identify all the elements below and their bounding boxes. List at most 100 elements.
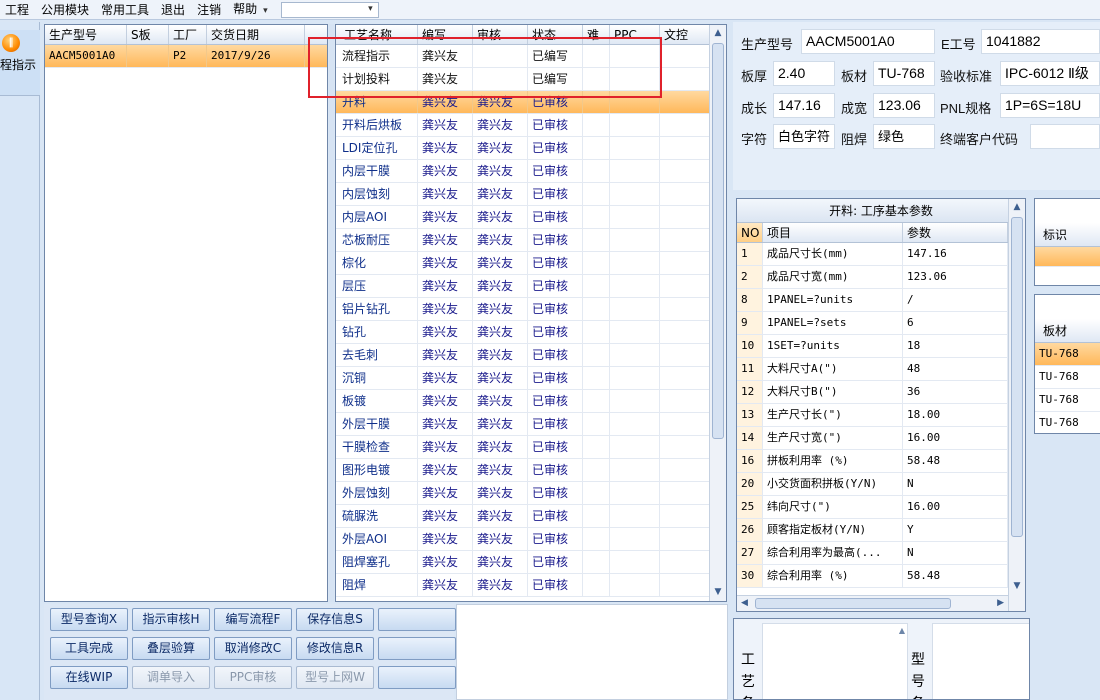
menu-logout[interactable]: 注销 xyxy=(192,1,228,19)
table-row[interactable]: 9 1PANEL=?sets 6 xyxy=(737,312,1025,335)
table-row[interactable]: TU-768 xyxy=(1035,389,1100,412)
legend-field[interactable]: 白色字符 xyxy=(773,124,835,149)
table-row[interactable]: 内层蚀刻 龚兴友 龚兴友 已审核 xyxy=(336,183,726,206)
column-header-item[interactable]: 项目 xyxy=(763,223,903,242)
scroll-down-icon[interactable]: ▼ xyxy=(710,584,726,601)
e-number-field[interactable]: 1041882 xyxy=(981,29,1100,54)
scrollbar-thumb[interactable] xyxy=(712,43,724,439)
table-row[interactable]: 芯板耐压 龚兴友 龚兴友 已审核 xyxy=(336,229,726,252)
table-row[interactable]: LDI定位孔 龚兴友 龚兴友 已审核 xyxy=(336,137,726,160)
column-header-material[interactable]: 板材 xyxy=(1035,319,1100,342)
table-row[interactable]: 沉铜 龚兴友 龚兴友 已审核 xyxy=(336,367,726,390)
table-row[interactable]: 14 生产尺寸宽(") 16.00 xyxy=(737,427,1025,450)
model-upload-button[interactable]: 型号上网W xyxy=(296,666,374,689)
review-instruction-button[interactable]: 指示审核H xyxy=(132,608,210,631)
column-header-delivery-date[interactable]: 交货日期 xyxy=(207,25,305,44)
save-info-button[interactable]: 保存信息S xyxy=(296,608,374,631)
column-header-s-board[interactable]: S板 xyxy=(127,25,169,44)
production-model-field[interactable]: AACM5001A0 xyxy=(801,29,935,54)
table-row[interactable]: 10 1SET=?units 18 xyxy=(737,335,1025,358)
acceptance-standard-field[interactable]: IPC-6012 Ⅱ级 xyxy=(1000,61,1100,86)
table-row[interactable]: 1 成品尺寸长(mm) 147.16 xyxy=(737,243,1025,266)
solder-mask-field[interactable]: 绿色 xyxy=(873,124,935,149)
table-row[interactable]: 铝片钻孔 龚兴友 龚兴友 已审核 xyxy=(336,298,726,321)
table-row[interactable]: 8 1PANEL=?units / xyxy=(737,289,1025,312)
menu-project[interactable]: 工程 xyxy=(0,1,36,19)
cancel-edit-button[interactable]: 取消修改C xyxy=(214,637,292,660)
board-material-field[interactable]: TU-768 xyxy=(873,61,935,86)
table-row[interactable]: 20 小交货面积拼板(Y/N) N xyxy=(737,473,1025,496)
table-row[interactable]: 图形电镀 龚兴友 龚兴友 已审核 xyxy=(336,459,726,482)
tool-complete-button[interactable]: 工具完成 xyxy=(50,637,128,660)
online-wip-button[interactable]: 在线WIP xyxy=(50,666,128,689)
scroll-up-icon[interactable]: ▲ xyxy=(710,25,726,42)
table-row[interactable]: 阻焊 龚兴友 龚兴友 已审核 xyxy=(336,574,726,597)
board-thickness-field[interactable]: 2.40 xyxy=(773,61,835,86)
column-header-factory[interactable]: 工厂 xyxy=(169,25,207,44)
blank-button-2[interactable] xyxy=(378,637,456,660)
column-header-param[interactable]: 参数 xyxy=(903,223,1008,242)
table-row[interactable]: 内层AOI 龚兴友 龚兴友 已审核 xyxy=(336,206,726,229)
finished-length-field[interactable]: 147.16 xyxy=(773,93,835,118)
scroll-up-icon[interactable]: ▲ xyxy=(1009,199,1025,216)
table-row[interactable] xyxy=(1035,247,1100,267)
process-instruction-tool-button[interactable]: ‖ 程指示 xyxy=(0,30,40,96)
blank-button-3[interactable] xyxy=(378,666,456,689)
finished-width-field[interactable]: 123.06 xyxy=(873,93,935,118)
table-row[interactable]: 12 大料尺寸B(") 36 xyxy=(737,381,1025,404)
table-row[interactable]: 钻孔 龚兴友 龚兴友 已审核 xyxy=(336,321,726,344)
table-row[interactable]: 棕化 龚兴友 龚兴友 已审核 xyxy=(336,252,726,275)
panel-splitter[interactable] xyxy=(329,24,334,602)
table-row[interactable]: AACM5001A0 P2 2017/9/26 xyxy=(45,45,327,68)
scroll-right-icon[interactable]: ▶ xyxy=(997,596,1004,611)
table-row[interactable]: 30 综合利用率 (%) 58.48 xyxy=(737,565,1025,588)
column-header-doc-control[interactable]: 文控 xyxy=(660,25,710,44)
process-grid-scrollbar[interactable]: ▲ ▼ xyxy=(709,25,726,601)
table-row[interactable]: TU-768 xyxy=(1035,366,1100,389)
scroll-left-icon[interactable]: ◀ xyxy=(741,596,748,611)
query-model-button[interactable]: 型号查询X xyxy=(50,608,128,631)
stackup-check-button[interactable]: 叠层验算 xyxy=(132,637,210,660)
table-row[interactable]: 去毛刺 龚兴友 龚兴友 已审核 xyxy=(336,344,726,367)
scrollbar-thumb[interactable] xyxy=(1011,217,1023,537)
params-scrollbar[interactable]: ▲ ▼ xyxy=(1008,199,1025,611)
table-row[interactable]: 16 拼板利用率 (%) 58.48 xyxy=(737,450,1025,473)
column-header-mark[interactable]: 标识 xyxy=(1035,223,1100,246)
process-remark-field[interactable]: ▲ xyxy=(762,623,908,699)
table-row[interactable]: 27 综合利用率为最高(... N xyxy=(737,542,1025,565)
modify-info-button[interactable]: 修改信息R xyxy=(296,637,374,660)
table-row[interactable]: 13 生产尺寸长(") 18.00 xyxy=(737,404,1025,427)
table-row[interactable]: 外层干膜 龚兴友 龚兴友 已审核 xyxy=(336,413,726,436)
table-row[interactable]: 阻焊塞孔 龚兴友 龚兴友 已审核 xyxy=(336,551,726,574)
menu-exit[interactable]: 退出 xyxy=(156,1,192,19)
table-row[interactable]: 层压 龚兴友 龚兴友 已审核 xyxy=(336,275,726,298)
table-row[interactable]: 11 大料尺寸A(") 48 xyxy=(737,358,1025,381)
table-row[interactable]: 内层干膜 龚兴友 龚兴友 已审核 xyxy=(336,160,726,183)
table-row[interactable]: 板镀 龚兴友 龚兴友 已审核 xyxy=(336,390,726,413)
edit-flow-button[interactable]: 编写流程F xyxy=(214,608,292,631)
ppc-review-button[interactable]: PPC审核 xyxy=(214,666,292,689)
table-row[interactable]: 25 纬向尺寸(") 16.00 xyxy=(737,496,1025,519)
menu-help[interactable]: 帮助 ▾ xyxy=(228,0,275,20)
scroll-up-icon[interactable]: ▲ xyxy=(899,626,905,635)
scroll-down-icon[interactable]: ▼ xyxy=(1009,578,1025,595)
menu-common-tools[interactable]: 常用工具 xyxy=(96,1,156,19)
table-row[interactable]: 硫脲洗 龚兴友 龚兴友 已审核 xyxy=(336,505,726,528)
table-row[interactable]: 干膜检查 龚兴友 龚兴友 已审核 xyxy=(336,436,726,459)
params-horizontal-scrollbar[interactable]: ◀ ▶ xyxy=(737,595,1008,611)
table-row[interactable]: 2 成品尺寸宽(mm) 123.06 xyxy=(737,266,1025,289)
customer-code-field[interactable] xyxy=(1030,124,1100,149)
import-order-button[interactable]: 调单导入 xyxy=(132,666,210,689)
model-remark-field[interactable] xyxy=(932,623,1029,699)
column-header-no[interactable]: NO xyxy=(737,223,763,242)
column-header-model[interactable]: 生产型号 xyxy=(45,25,127,44)
pnl-spec-field[interactable]: 1P=6S=18U xyxy=(1000,93,1100,118)
scrollbar-thumb[interactable] xyxy=(755,598,951,609)
table-row[interactable]: TU-768 xyxy=(1035,412,1100,433)
table-row[interactable]: 外层蚀刻 龚兴友 龚兴友 已审核 xyxy=(336,482,726,505)
table-row[interactable]: 开料后烘板 龚兴友 龚兴友 已审核 xyxy=(336,114,726,137)
menu-dropdown-select[interactable]: ▾ xyxy=(280,1,379,18)
menu-common-modules[interactable]: 公用模块 xyxy=(36,1,96,19)
table-row[interactable]: 外层AOI 龚兴友 龚兴友 已审核 xyxy=(336,528,726,551)
table-row[interactable]: 26 顾客指定板材(Y/N) Y xyxy=(737,519,1025,542)
